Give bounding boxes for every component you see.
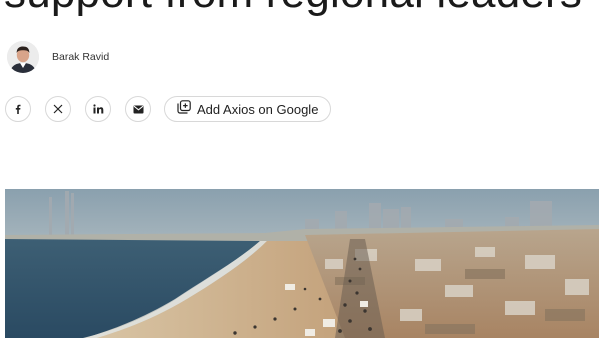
x-icon: [53, 104, 63, 114]
share-linkedin-button[interactable]: [85, 96, 111, 122]
share-bar: Add Axios on Google: [5, 96, 332, 122]
share-x-button[interactable]: [45, 96, 71, 122]
byline: Barak Ravid: [7, 41, 109, 73]
add-square-icon: [177, 99, 191, 119]
facebook-icon: [13, 104, 23, 114]
share-email-button[interactable]: [125, 96, 151, 122]
author-name[interactable]: Barak Ravid: [52, 51, 109, 63]
author-avatar[interactable]: [7, 41, 39, 73]
hero-image: [5, 189, 599, 338]
add-axios-on-google-label: Add Axios on Google: [197, 101, 319, 117]
article-headline: support from regional leaders: [4, 0, 582, 19]
share-facebook-button[interactable]: [5, 96, 31, 122]
email-icon: [133, 105, 144, 114]
linkedin-icon: [92, 104, 104, 114]
add-axios-on-google-button[interactable]: Add Axios on Google: [164, 96, 332, 122]
